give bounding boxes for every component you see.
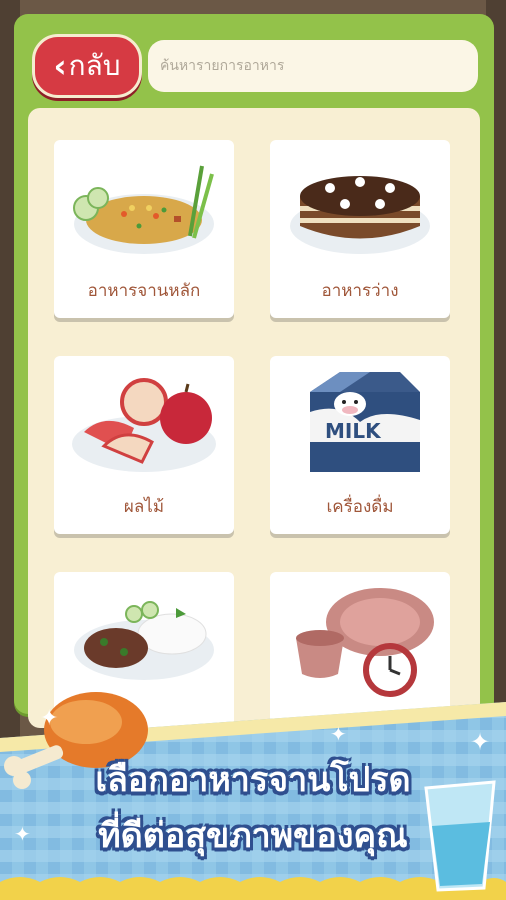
cake-icon [290,176,430,254]
back-button-label: กลับ [68,49,121,82]
banner-line-1: เลือกอาหารจานโปรด [95,760,411,800]
rice-plate-icon [74,601,214,680]
category-card-snack[interactable]: อาหารว่าง [270,140,450,318]
sparkle-icon: ✦ [14,822,31,846]
category-label: ผลไม้ [123,497,165,517]
category-label: อาหารว่าง [321,281,399,301]
category-card-main-dish[interactable]: อาหารจานหลัก [54,140,234,318]
promo-banner: เลือกอาหารจานโปรด ที่ดีต่อสุขภาพของคุณ ✦… [0,682,506,900]
svg-text:MILK: MILK [325,419,382,443]
milk-carton-icon: MILK [310,372,420,472]
category-grid: อาหารจานหลัก อาหารว่าง ผลไม้ MILK เครื่อ… [28,108,480,728]
chevron-left-icon: ‹ [53,47,67,85]
sparkle-icon: ✦ [40,706,59,731]
category-label: อาหารจานหลัก [87,281,201,301]
sparkle-icon: ✦ [330,722,347,746]
fried-rice-icon [73,165,214,254]
category-label: เครื่องดื่ม [326,497,394,517]
category-card-fruit[interactable]: ผลไม้ [54,356,234,534]
category-card-drinks[interactable]: MILK เครื่องดื่ม [270,356,450,534]
back-button[interactable]: ‹ กลับ [32,34,142,98]
sparkle-icon: ✦ [470,728,491,756]
banner-line-2: ที่ดีต่อสุขภาพของคุณ [98,816,408,856]
history-plate-icon [296,588,434,697]
main-frame: ‹ กลับ อาหารจานหลัก [14,14,494,728]
apple-icon [72,378,216,472]
search-input[interactable] [148,40,478,92]
